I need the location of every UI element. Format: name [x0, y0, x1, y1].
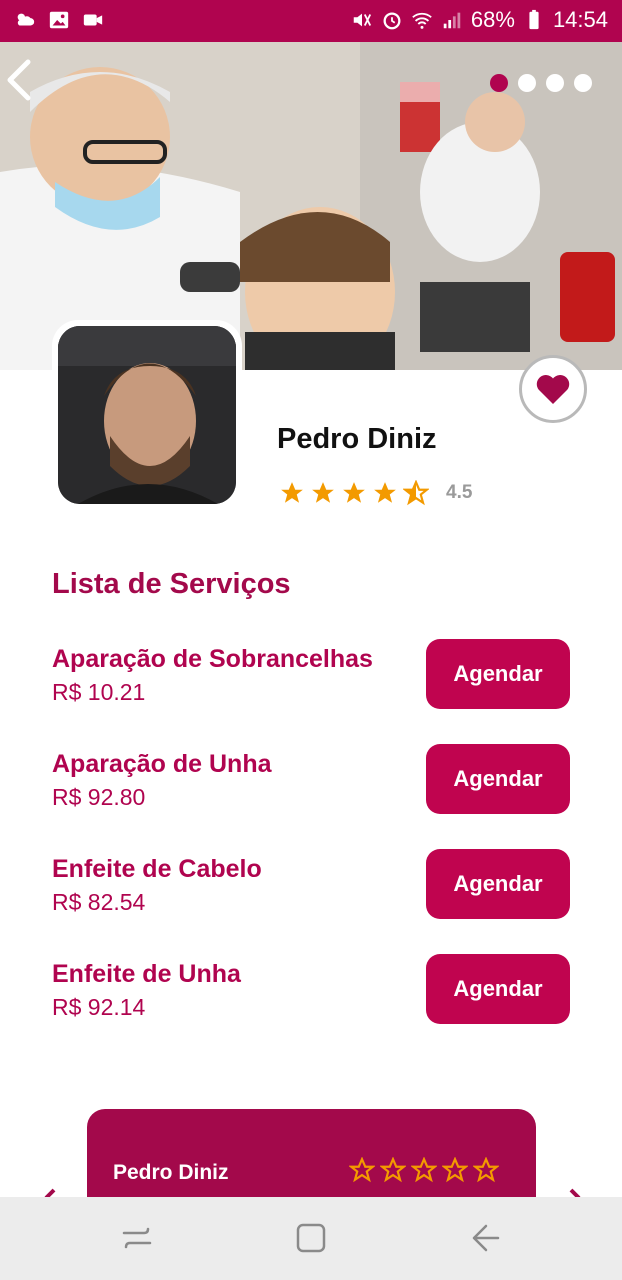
system-nav-bar: [0, 1197, 622, 1280]
status-bar: 68% 14:54: [0, 0, 622, 42]
back-icon[interactable]: [468, 1221, 502, 1255]
service-name: Enfeite de Cabelo: [52, 855, 262, 883]
weather-icon: [17, 13, 35, 26]
rating-value: 4.5: [446, 482, 473, 503]
battery-percent: 68%: [470, 7, 515, 32]
star-filled-icon: [281, 482, 303, 503]
wifi-icon: [412, 12, 432, 29]
service-item: Aparação de Unha R$ 92.80 Agendar: [52, 744, 572, 814]
signal-icon: [443, 12, 461, 29]
service-name: Enfeite de Unha: [52, 960, 241, 988]
home-icon[interactable]: [294, 1221, 328, 1255]
carousel-dot[interactable]: [518, 74, 536, 92]
review-author: Pedro Diniz: [113, 1161, 229, 1184]
battery-icon: [529, 9, 539, 30]
star-filled-icon: [374, 482, 396, 503]
service-price: R$ 82.54: [52, 889, 146, 915]
star-outline-icon: [380, 1157, 406, 1183]
schedule-button[interactable]: Agendar: [426, 849, 570, 919]
panel-curve: [0, 370, 60, 460]
star-filled-icon: [312, 482, 334, 503]
service-item: Enfeite de Unha R$ 92.14 Agendar: [52, 954, 572, 1024]
carousel-dot[interactable]: [490, 74, 508, 92]
review-stars: [349, 1157, 499, 1183]
recent-apps-icon[interactable]: [120, 1221, 154, 1255]
service-item: Enfeite de Cabelo R$ 82.54 Agendar: [52, 849, 572, 919]
clock: 14:54: [552, 7, 608, 32]
carousel-dot[interactable]: [546, 74, 564, 92]
avatar: [58, 326, 236, 504]
carousel-dot[interactable]: [574, 74, 592, 92]
star-outline-icon: [473, 1157, 499, 1183]
star-outline-icon: [349, 1157, 375, 1183]
barber-avatar-frame: [52, 320, 242, 510]
star-outline-icon: [411, 1157, 437, 1183]
service-price: R$ 92.80: [52, 784, 146, 810]
service-name: Aparação de Unha: [52, 750, 272, 778]
heart-icon: [536, 375, 570, 404]
carousel-indicator[interactable]: [490, 74, 592, 92]
video-icon: [83, 14, 103, 26]
gallery-icon: [49, 11, 69, 29]
service-item: Aparação de Sobrancelhas R$ 10.21 Agenda…: [52, 639, 572, 709]
alarm-icon: [383, 12, 401, 30]
services-title: Lista de Serviços: [52, 568, 291, 600]
service-name: Aparação de Sobrancelhas: [52, 645, 373, 673]
star-outline-icon: [442, 1157, 468, 1183]
service-price: R$ 10.21: [52, 679, 146, 705]
star-filled-icon: [343, 482, 365, 503]
star-half-icon: [403, 480, 429, 506]
mute-icon: [353, 13, 371, 27]
rating-stars: 4.5: [279, 480, 472, 506]
barber-name: Pedro Diniz: [277, 423, 437, 455]
back-chevron-icon[interactable]: [0, 56, 40, 104]
service-price: R$ 92.14: [52, 994, 146, 1020]
schedule-button[interactable]: Agendar: [426, 639, 570, 709]
favorite-button[interactable]: [519, 355, 587, 423]
schedule-button[interactable]: Agendar: [426, 954, 570, 1024]
schedule-button[interactable]: Agendar: [426, 744, 570, 814]
